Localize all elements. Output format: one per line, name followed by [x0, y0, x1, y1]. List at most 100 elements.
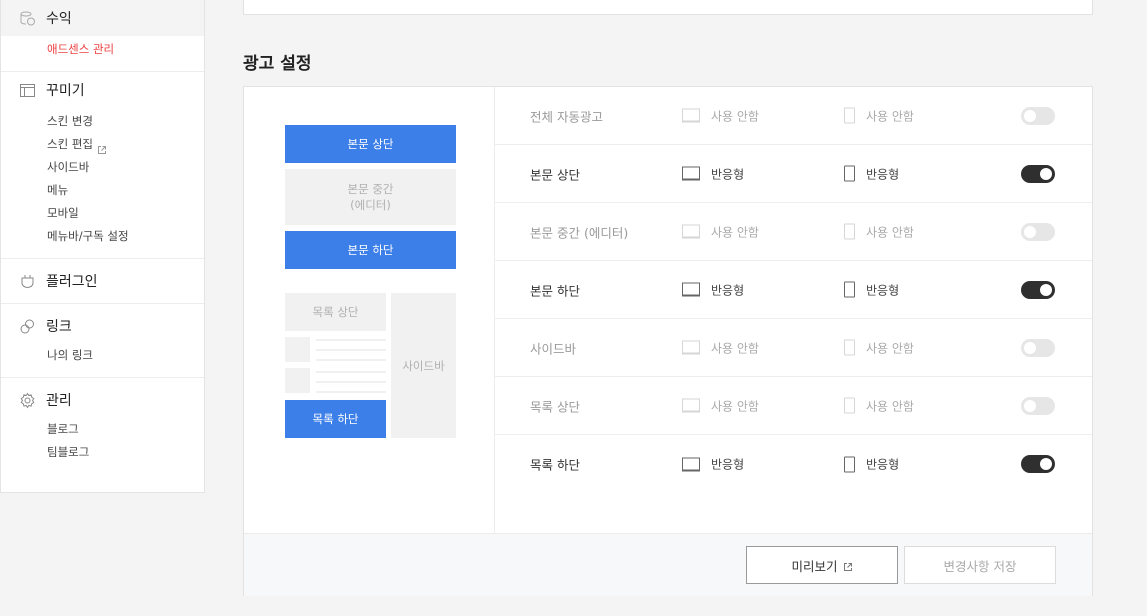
pc-setting-label: 반응형: [711, 283, 745, 297]
preview-button-label: 미리보기: [791, 558, 838, 574]
preview-thumb: [285, 337, 310, 362]
sidebar-group-manage: 관리 블로그 팀블로그: [1, 378, 204, 474]
mobile-icon: [844, 397, 855, 414]
sidebar-item-manage[interactable]: 관리: [1, 382, 204, 418]
sidebar-item-my-link[interactable]: 나의 링크: [47, 344, 204, 367]
ad-slot-toggle[interactable]: [1021, 396, 1055, 415]
preview-list-bottom: 목록 하단: [285, 400, 386, 438]
sidebar-item-link[interactable]: 링크: [1, 308, 204, 344]
external-link-icon: [97, 140, 107, 154]
mobile-setting-label: 사용 안함: [866, 109, 914, 123]
sidebar-item-adsense[interactable]: 애드센스 관리: [47, 38, 204, 61]
mobile-setting[interactable]: 사용 안함: [844, 223, 914, 240]
preview-button[interactable]: 미리보기: [746, 546, 898, 584]
ad-slot-toggle[interactable]: [1021, 106, 1055, 125]
sidebar-item-menubar-subscribe[interactable]: 메뉴바/구독 설정: [47, 225, 204, 248]
ad-slot-toggle[interactable]: [1021, 455, 1055, 473]
pc-setting[interactable]: 반응형: [682, 165, 744, 182]
preview-line: [316, 381, 386, 383]
save-changes-button[interactable]: 변경사항 저장: [904, 546, 1056, 584]
sidebar-item-plugin[interactable]: 플러그인: [1, 263, 204, 299]
pc-setting[interactable]: 사용 안함: [682, 397, 759, 414]
pc-setting[interactable]: 사용 안함: [682, 223, 759, 240]
sidebar-item-mobile[interactable]: 모바일: [47, 202, 204, 225]
mobile-setting[interactable]: 사용 안함: [844, 107, 914, 124]
ad-position-preview: 본문 상단 본문 중간 (에디터) 본문 하단 목록 상단 사이드바 목록 하단: [244, 87, 495, 534]
sidebar-item-blog[interactable]: 블로그: [47, 418, 204, 441]
sidebar-item-sidebar[interactable]: 사이드바: [47, 156, 204, 179]
sidebar-group-plugin: 플러그인: [1, 259, 204, 304]
ad-slot-toggle[interactable]: [1021, 280, 1055, 299]
pc-setting[interactable]: 반응형: [682, 281, 744, 298]
pc-setting-label: 사용 안함: [711, 341, 759, 355]
pc-setting-label: 사용 안함: [711, 109, 759, 123]
ad-slot-name: 본문 상단: [530, 167, 580, 182]
ad-slot-row: 목록 하단 반응형 반응형: [495, 435, 1092, 493]
pc-setting[interactable]: 사용 안함: [682, 339, 759, 356]
mobile-setting[interactable]: 반응형: [844, 456, 899, 473]
layout-icon: [19, 82, 36, 99]
ad-slot-name: 본문 하단: [530, 283, 580, 298]
sidebar-item-skin-change[interactable]: 스킨 변경: [47, 110, 204, 133]
ad-slot-name: 전체 자동광고: [530, 109, 603, 124]
mobile-icon: [844, 339, 855, 356]
sidebar-group-customize: 꾸미기 스킨 변경 스킨 편집 사이드바 메뉴 모바일 메뉴바/구독 설정: [1, 72, 204, 259]
mobile-setting-label: 반응형: [866, 283, 900, 297]
gear-icon: [19, 392, 36, 409]
sidebar-item-team-blog[interactable]: 팀블로그: [47, 441, 204, 464]
admin-sidebar: 수익 애드센스 관리 꾸미기 스킨 변경 스킨 편집 사이드바 메뉴 모바일 메…: [0, 0, 205, 493]
mobile-setting[interactable]: 반응형: [844, 165, 899, 182]
ad-slot-name: 사이드바: [530, 341, 577, 356]
desktop-icon: [682, 224, 700, 239]
external-link-icon: [843, 560, 853, 571]
sidebar-group-link: 링크 나의 링크: [1, 304, 204, 378]
ad-slot-name: 목록 상단: [530, 399, 580, 414]
preview-body-bottom: 본문 하단: [285, 231, 456, 269]
ad-slot-list: 전체 자동광고 사용 안함 사용 안함 본문 상단 반응형 반응형 본문 중간 (에디터) 사…: [495, 87, 1092, 493]
desktop-icon: [682, 398, 700, 413]
preview-line: [316, 359, 386, 361]
sidebar-group-label: 플러그인: [46, 274, 98, 290]
pc-setting[interactable]: 반응형: [682, 456, 744, 473]
sidebar-item-customize[interactable]: 꾸미기: [1, 72, 204, 108]
panel-footer: 미리보기 변경사항 저장: [244, 533, 1092, 596]
mobile-setting[interactable]: 사용 안함: [844, 339, 914, 356]
sidebar-item-label: 스킨 편집: [47, 137, 93, 151]
desktop-icon: [682, 282, 700, 297]
ad-slot-row: 본문 중간 (에디터) 사용 안함 사용 안함: [495, 203, 1092, 261]
sidebar-group-label: 수익: [46, 11, 72, 27]
mobile-setting[interactable]: 사용 안함: [844, 397, 914, 414]
sidebar-item-revenue[interactable]: 수익: [1, 0, 204, 36]
preview-label: 본문 중간: [347, 182, 394, 196]
sidebar-group-revenue: 수익 애드센스 관리: [1, 0, 204, 72]
ad-slot-row: 본문 하단 반응형 반응형: [495, 261, 1092, 319]
mobile-setting-label: 반응형: [866, 457, 900, 472]
sidebar-group-label: 관리: [46, 393, 72, 409]
mobile-icon: [844, 165, 855, 182]
preview-line: [316, 339, 386, 341]
ad-slot-row: 본문 상단 반응형 반응형: [495, 145, 1092, 203]
mobile-setting[interactable]: 반응형: [844, 281, 899, 298]
pc-setting[interactable]: 사용 안함: [682, 107, 759, 124]
mobile-icon: [844, 107, 855, 124]
sidebar-item-menu[interactable]: 메뉴: [47, 179, 204, 202]
preview-label: (에디터): [350, 198, 391, 212]
ad-slot-toggle[interactable]: [1021, 338, 1055, 357]
desktop-icon: [682, 166, 700, 181]
sidebar-item-skin-edit[interactable]: 스킨 편집: [47, 133, 204, 156]
pc-setting-label: 사용 안함: [711, 225, 759, 239]
desktop-icon: [682, 457, 700, 471]
preview-line: [316, 349, 386, 351]
ad-slot-toggle[interactable]: [1021, 164, 1055, 183]
mobile-setting-label: 사용 안함: [866, 225, 914, 239]
previous-card: [243, 0, 1093, 15]
ad-slot-toggle[interactable]: [1021, 222, 1055, 241]
preview-body-middle: 본문 중간 (에디터): [285, 169, 456, 225]
ad-slot-row: 전체 자동광고 사용 안함 사용 안함: [495, 87, 1092, 145]
desktop-icon: [682, 108, 700, 123]
link-icon: [19, 318, 36, 335]
mobile-setting-label: 사용 안함: [866, 399, 914, 413]
ad-settings-panel: 본문 상단 본문 중간 (에디터) 본문 하단 목록 상단 사이드바 목록 하단…: [243, 86, 1093, 596]
preview-list-top: 목록 상단: [285, 293, 386, 331]
preview-body-top: 본문 상단: [285, 125, 456, 163]
